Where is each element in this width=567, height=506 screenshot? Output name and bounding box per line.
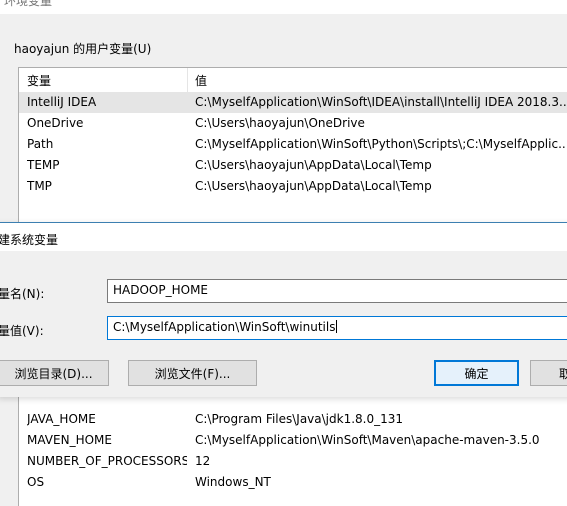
variable-name: MAVEN_HOME (27, 433, 112, 447)
variable-value: C:\Users\haoyajun\AppData\Local\Temp (195, 179, 432, 193)
table-row[interactable]: IntelliJ IDEA C:\MyselfApplication\WinSo… (19, 92, 567, 113)
new-system-variable-dialog: 建系统变量 量名(N): HADOOP_HOME 量值(V): C:\Mysel… (0, 222, 567, 397)
browse-directory-button[interactable]: 浏览目录(D)... (0, 360, 109, 386)
variable-value-input[interactable]: C:\MyselfApplication\WinSoft\winutils (107, 316, 567, 340)
table-row[interactable]: TMP C:\Users\haoyajun\AppData\Local\Temp (19, 176, 567, 197)
variable-value-input-text: C:\MyselfApplication\WinSoft\winutils (113, 320, 336, 334)
variable-name-label: 量名(N): (0, 287, 45, 301)
variable-name: JAVA_HOME (27, 412, 96, 426)
variable-value: C:\Users\haoyajun\AppData\Local\Temp (195, 158, 432, 172)
variable-name-input-text: HADOOP_HOME (113, 283, 209, 297)
variable-name: OneDrive (27, 116, 84, 130)
table-row[interactable]: Path C:\MyselfApplication\WinSoft\Python… (19, 134, 567, 155)
dialog-title: 建系统变量 (0, 233, 59, 247)
column-header-value[interactable]: 值 (195, 72, 207, 89)
variable-value: C:\MyselfApplication\WinSoft\Maven\apach… (195, 433, 540, 447)
variable-name: TMP (27, 179, 52, 193)
column-header-variable[interactable]: 变量 (27, 72, 51, 89)
table-row[interactable]: TEMP C:\Users\haoyajun\AppData\Local\Tem… (19, 155, 567, 176)
table-row[interactable]: MAVEN_HOME C:\MyselfApplication\WinSoft\… (19, 430, 567, 451)
browse-file-button[interactable]: 浏览文件(F)... (128, 360, 257, 386)
variable-value: Windows_NT (195, 475, 271, 489)
variable-name: NUMBER_OF_PROCESSORS (27, 454, 187, 468)
cancel-button[interactable]: 取 (530, 360, 567, 386)
variable-value: C:\MyselfApplication\WinSoft\Python\Scri… (195, 137, 567, 151)
table-row[interactable]: OS Windows_NT (19, 472, 567, 493)
variable-name: OS (27, 475, 45, 489)
ok-button[interactable]: 确定 (434, 360, 519, 386)
window-title: 环境变量 (4, 0, 53, 8)
variable-name-input[interactable]: HADOOP_HOME (107, 279, 567, 303)
variable-value: C:\Users\haoyajun\OneDrive (195, 116, 365, 130)
variable-name: IntelliJ IDEA (27, 95, 97, 109)
list-header: 变量 值 (19, 68, 567, 93)
variable-value: 12 (195, 454, 211, 468)
variable-value-label: 量值(V): (0, 324, 44, 338)
variable-value: C:\MyselfApplication\WinSoft\IDEA\instal… (195, 95, 567, 109)
variable-value: C:\Program Files\Java\jdk1.8.0_131 (195, 412, 404, 426)
user-vars-group-label: haoyajun 的用户变量(U) (14, 42, 152, 56)
variable-name: Path (27, 137, 54, 151)
table-row[interactable]: JAVA_HOME C:\Program Files\Java\jdk1.8.0… (19, 409, 567, 430)
window-titlebar: 环境变量 (0, 0, 567, 14)
text-caret (336, 320, 338, 333)
table-row[interactable]: NUMBER_OF_PROCESSORS 12 (19, 451, 567, 472)
system-vars-list[interactable]: JAVA_HOME C:\Program Files\Java\jdk1.8.0… (18, 396, 567, 506)
user-vars-list[interactable]: 变量 值 IntelliJ IDEA C:\MyselfApplication\… (18, 67, 567, 237)
variable-name: TEMP (27, 158, 60, 172)
column-divider[interactable] (187, 68, 188, 92)
dialog-titlebar[interactable]: 建系统变量 (0, 223, 567, 251)
table-row[interactable]: OneDrive C:\Users\haoyajun\OneDrive (19, 113, 567, 134)
